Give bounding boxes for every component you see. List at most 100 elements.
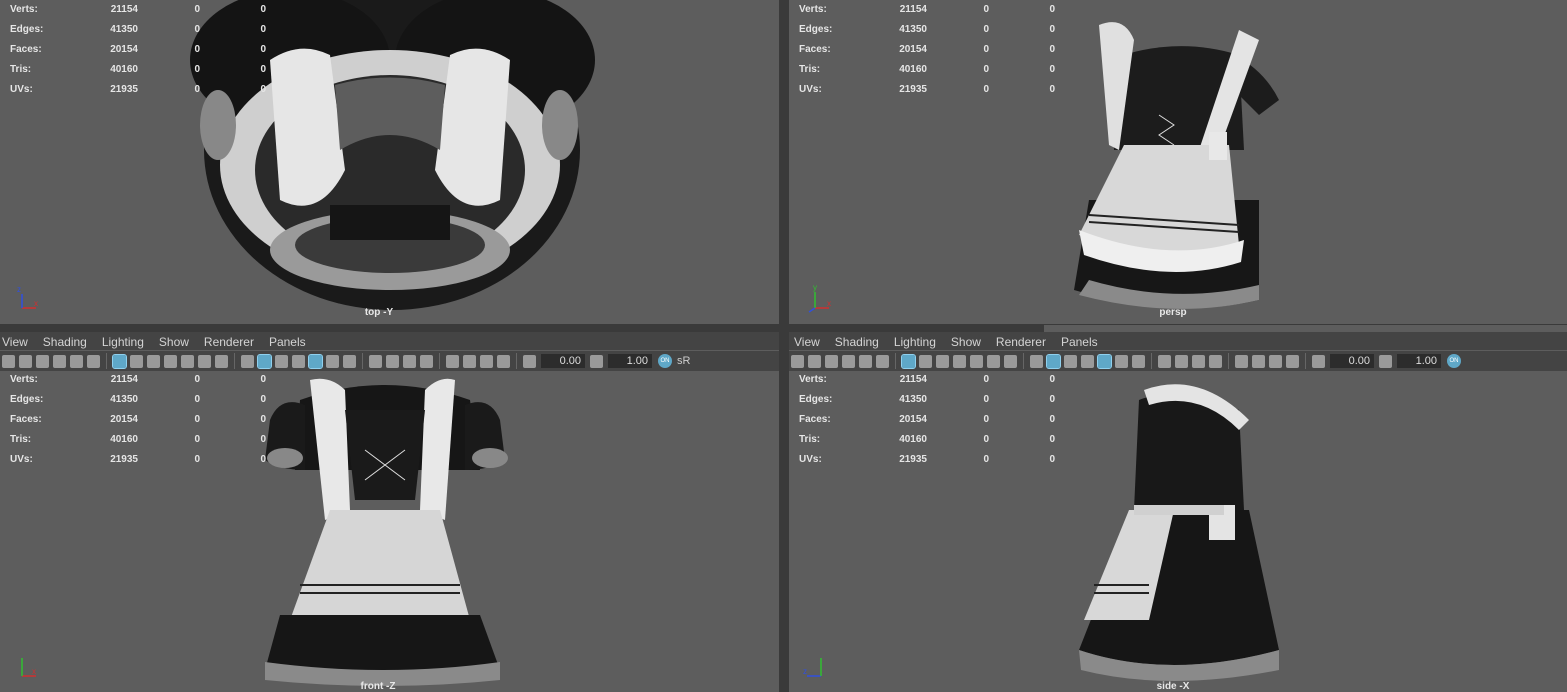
viewport-toolbar: 0.00 1.00 ON	[789, 351, 1567, 371]
grid-icon[interactable]	[901, 353, 916, 369]
xray-icon[interactable]	[1252, 354, 1265, 368]
menu-shading[interactable]: Shading	[835, 335, 879, 349]
grease-pencil-icon[interactable]	[859, 354, 872, 368]
viewport-vertical-splitter[interactable]	[779, 0, 789, 692]
wireframe-icon[interactable]	[241, 354, 254, 368]
exposure-icon[interactable]	[1312, 354, 1325, 368]
safe-title-icon[interactable]	[1004, 354, 1017, 368]
textured-icon[interactable]	[1097, 353, 1112, 369]
field-chart-icon[interactable]	[181, 354, 194, 368]
grease-pencil-icon[interactable]	[70, 354, 83, 368]
image-plane-icon[interactable]	[53, 354, 66, 368]
smooth-shade-icon[interactable]	[257, 353, 272, 369]
exposure-field[interactable]: 0.00	[1330, 354, 1374, 368]
resolution-gate-icon[interactable]	[147, 354, 160, 368]
grid-icon[interactable]	[112, 353, 127, 369]
2d-pan-zoom-icon[interactable]	[876, 354, 889, 368]
wireframe-icon[interactable]	[1030, 354, 1043, 368]
menu-show[interactable]: Show	[159, 335, 189, 349]
menu-renderer[interactable]: Renderer	[204, 335, 254, 349]
viewport-top[interactable]: Verts: 21154 0 0 Edges: 41350 0 0 Faces: 20154 0…	[0, 0, 779, 324]
wireframe-on-shaded-icon[interactable]	[292, 354, 305, 368]
resolution-gate-icon[interactable]	[936, 354, 949, 368]
default-material-icon[interactable]	[1064, 354, 1077, 368]
viewport-toolbar: 0.00 1.00 ON sR	[0, 351, 779, 371]
film-gate-icon[interactable]	[130, 354, 143, 368]
menu-panels[interactable]: Panels	[1061, 335, 1098, 349]
menu-view[interactable]: View	[2, 335, 28, 349]
exposure-field[interactable]: 0.00	[541, 354, 585, 368]
menu-renderer[interactable]: Renderer	[996, 335, 1046, 349]
xray-joints-icon[interactable]	[1286, 354, 1299, 368]
film-gate-icon[interactable]	[919, 354, 932, 368]
menu-view[interactable]: View	[794, 335, 820, 349]
shadows-icon[interactable]	[1132, 354, 1145, 368]
smooth-shade-icon[interactable]	[1046, 353, 1061, 369]
xray-icon[interactable]	[463, 354, 476, 368]
multisample-icon[interactable]	[1192, 354, 1205, 368]
toolbar-separator	[1228, 353, 1229, 369]
viewport-persp[interactable]: Verts: 21154 0 0 Edges: 41350 0 0 Faces: 20154 0…	[789, 0, 1567, 324]
menu-show[interactable]: Show	[951, 335, 981, 349]
toolbar-separator	[106, 353, 107, 369]
safe-action-icon[interactable]	[987, 354, 1000, 368]
camera-label: persp	[1159, 307, 1187, 318]
camera-attributes-icon[interactable]	[808, 354, 821, 368]
viewport-side[interactable]: Verts: 21154 0 0 Edges: 41350 0 0 Faces: 20154 0…	[789, 350, 1567, 692]
axis-gizmo-icon: yx	[808, 283, 831, 313]
gamma-field[interactable]: 1.00	[1397, 354, 1441, 368]
exposure-icon[interactable]	[523, 354, 536, 368]
shadows-icon[interactable]	[343, 354, 356, 368]
toolbar-separator	[1023, 353, 1024, 369]
xray-active-icon[interactable]	[1269, 354, 1282, 368]
xray-joints-icon[interactable]	[497, 354, 510, 368]
ambient-occlusion-icon[interactable]	[1158, 354, 1171, 368]
motion-blur-icon[interactable]	[1175, 354, 1188, 368]
camera-label: front -Z	[360, 681, 396, 692]
lights-icon[interactable]	[1115, 354, 1128, 368]
menu-lighting[interactable]: Lighting	[102, 335, 144, 349]
bookmark-icon[interactable]	[825, 354, 838, 368]
camera-select-icon[interactable]	[2, 354, 15, 368]
gamma-icon[interactable]	[1379, 354, 1392, 368]
axis-gizmo-icon: zx	[17, 285, 38, 309]
menu-shading[interactable]: Shading	[43, 335, 87, 349]
menu-lighting[interactable]: Lighting	[894, 335, 936, 349]
colorspace-label[interactable]: sR	[677, 355, 690, 367]
depth-of-field-icon[interactable]	[420, 354, 433, 368]
viewport-front[interactable]: Verts: 21154 0 0 Edges: 41350 0 0 Faces: 20154 0…	[0, 350, 779, 692]
wireframe-on-shaded-icon[interactable]	[1081, 354, 1094, 368]
menu-panels[interactable]: Panels	[269, 335, 306, 349]
default-material-icon[interactable]	[275, 354, 288, 368]
textured-icon[interactable]	[308, 353, 323, 369]
isolate-select-icon[interactable]	[446, 354, 459, 368]
camera-label: side -X	[1156, 681, 1190, 692]
color-management-toggle[interactable]: ON	[1447, 354, 1461, 368]
gamma-icon[interactable]	[590, 354, 603, 368]
gamma-field[interactable]: 1.00	[608, 354, 652, 368]
poly-count-hud: Verts: 21154 0 0 Edges: 41350 0 0 Faces: 20154 0…	[10, 374, 266, 465]
safe-title-icon[interactable]	[215, 354, 228, 368]
ambient-occlusion-icon[interactable]	[369, 354, 382, 368]
camera-select-icon[interactable]	[791, 354, 804, 368]
gate-mask-icon[interactable]	[953, 354, 966, 368]
2d-pan-zoom-icon[interactable]	[87, 354, 100, 368]
isolate-select-icon[interactable]	[1235, 354, 1248, 368]
color-management-toggle[interactable]: ON	[658, 354, 672, 368]
panel-menu-bar: View Shading Lighting Show Renderer Pane…	[789, 332, 1567, 352]
svg-text:x: x	[34, 299, 38, 308]
svg-text:x: x	[827, 299, 831, 308]
camera-attributes-icon[interactable]	[19, 354, 32, 368]
safe-action-icon[interactable]	[198, 354, 211, 368]
multisample-icon[interactable]	[403, 354, 416, 368]
toolbar-separator	[1305, 353, 1306, 369]
field-chart-icon[interactable]	[970, 354, 983, 368]
motion-blur-icon[interactable]	[386, 354, 399, 368]
bookmark-icon[interactable]	[36, 354, 49, 368]
xray-active-icon[interactable]	[480, 354, 493, 368]
viewport-edge-strip	[1044, 325, 1567, 332]
gate-mask-icon[interactable]	[164, 354, 177, 368]
depth-of-field-icon[interactable]	[1209, 354, 1222, 368]
lights-icon[interactable]	[326, 354, 339, 368]
image-plane-icon[interactable]	[842, 354, 855, 368]
